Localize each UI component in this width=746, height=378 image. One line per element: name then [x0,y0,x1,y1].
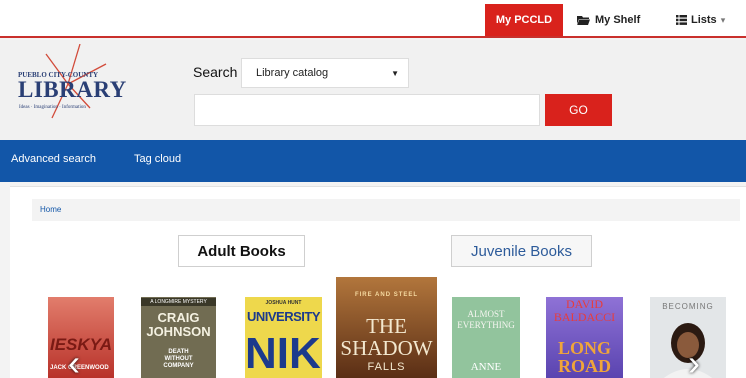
cover-subtitle: NIKE [245,329,322,378]
search-scope-value: Library catalog [256,67,329,79]
site-header: PUEBLO CITY-COUNTY LIBRARY Ideas · Imagi… [0,40,746,140]
my-shelf-label: My Shelf [595,14,641,26]
main-nav: Advanced search Tag cloud [0,140,746,182]
tab-adult-books[interactable]: Adult Books [178,235,305,267]
library-logo[interactable]: PUEBLO CITY-COUNTY LIBRARY Ideas · Imagi… [18,44,126,124]
breadcrumb-home[interactable]: Home [40,205,61,214]
cover-title: CRAIG JOHNSON [146,310,211,339]
caret-down-icon: ▾ [720,14,726,25]
cover-subtitle: ANNE [470,361,502,373]
carousel-prev-button[interactable]: ‹ [68,345,80,378]
book-cover[interactable]: ALMOST EVERYTHING ANNE [452,297,520,378]
tab-juvenile-books[interactable]: Juvenile Books [451,235,592,267]
cover-title: DAVID BALDACCI [553,297,616,324]
top-utility-bar: My PCCLD My Shelf Lists ▾ [0,0,746,38]
chevron-right-icon: › [688,342,700,378]
nav-tag-cloud[interactable]: Tag cloud [134,153,181,165]
cover-banner: A LONGMIRE MYSTERY [141,298,216,306]
search-input[interactable] [194,94,540,126]
go-button[interactable]: GO [545,94,612,126]
logo-wordmark: LIBRARY [18,77,127,102]
chevron-left-icon: ‹ [68,342,80,378]
book-cover[interactable]: FIRE AND STEEL THE SHADOW FALLS [336,277,437,378]
lists-dropdown[interactable]: Lists ▾ [676,4,725,36]
lists-label: Lists [691,14,717,26]
logo-tagline: Ideas · Imagination · Information [19,105,86,110]
cover-title: BECOMING [662,302,714,311]
book-cover[interactable]: IESKYA JACK GREENWOOD [48,297,114,378]
cover-author: JOSHUA HUNT [265,300,302,306]
cover-title: UNIVERSITY [246,309,321,324]
dropdown-arrow-icon: ▼ [391,68,399,78]
cover-title: IESKYA [50,335,113,354]
cover-subtitle: FALLS [367,361,406,373]
search-scope-select[interactable]: Library catalog ▼ [241,58,409,88]
cover-title: THE SHADOW [340,314,433,360]
carousel-next-button[interactable]: › [688,345,700,378]
cover-banner: FIRE AND STEEL [354,292,419,298]
my-pccld-button[interactable]: My PCCLD [485,4,563,36]
breadcrumb: Home [32,199,740,221]
cover-subtitle: DEATH WITHOUT COMPANY [163,349,194,369]
book-cover[interactable]: DAVID BALDACCI LONG ROAD [546,297,623,378]
book-cover[interactable]: A LONGMIRE MYSTERY CRAIG JOHNSON DEATH W… [141,297,216,378]
list-icon [676,15,687,25]
nav-advanced-search[interactable]: Advanced search [11,153,96,165]
book-cover[interactable]: JOSHUA HUNT UNIVERSITY NIKE [245,297,322,378]
folder-icon [577,16,590,25]
cover-title: ALMOST EVERYTHING [457,309,515,330]
cover-subtitle: LONG ROAD [557,338,611,376]
my-shelf-link[interactable]: My Shelf [577,4,640,36]
search-label: Search [193,64,238,80]
